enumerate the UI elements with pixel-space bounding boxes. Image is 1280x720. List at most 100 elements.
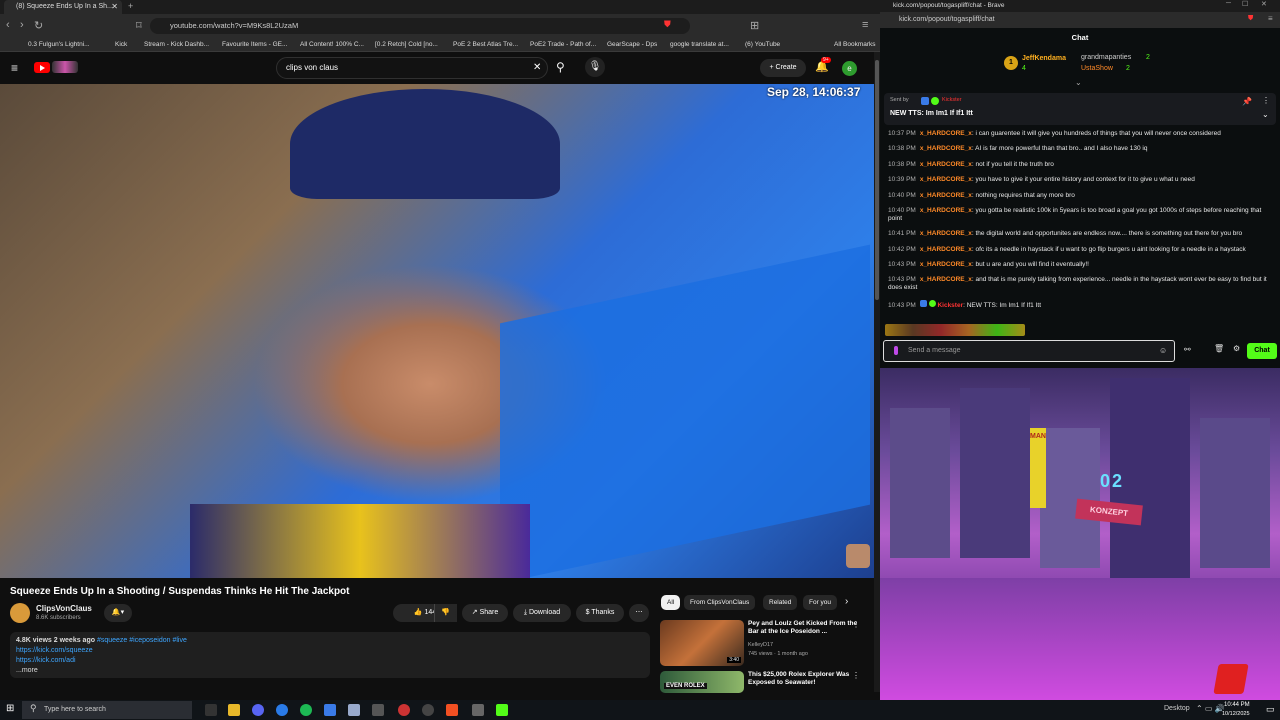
recommendation-menu-icon[interactable]: ⋮ <box>852 620 860 629</box>
spotify-icon[interactable] <box>300 704 312 716</box>
task-view-icon[interactable] <box>205 704 217 716</box>
description-link[interactable]: https://kick.com/squeeze <box>16 646 644 656</box>
maximize-icon[interactable]: ☐ <box>1242 0 1248 8</box>
thanks-button[interactable]: $ Thanks <box>576 604 624 622</box>
subscribe-bell-button[interactable]: 🔔▾ <box>104 604 132 622</box>
recommendation-channel[interactable]: KelleyD17 <box>748 642 773 648</box>
video-player[interactable]: Sep 28, 14:06:37 <box>0 84 874 578</box>
app-icon[interactable] <box>324 704 336 716</box>
voice-search-icon[interactable]: 🎙 <box>585 57 605 77</box>
gifter-name[interactable]: JeffKendama <box>1022 55 1066 62</box>
chat-username[interactable]: x_HARDCORE_x <box>920 261 972 268</box>
chat-username[interactable]: x_HARDCORE_x <box>920 130 972 137</box>
bookmark-item[interactable]: GearScape - Dps <box>607 38 657 52</box>
search-icon[interactable]: ⚲ <box>556 60 565 74</box>
gifter-name[interactable]: grandmapanties <box>1081 54 1131 61</box>
bookmark-item[interactable]: (6) YouTube <box>745 38 780 52</box>
taskbar-search-input[interactable]: Type here to search <box>22 701 192 719</box>
bookmark-item[interactable]: 0.3 Fulgun's Lightni... <box>28 38 90 52</box>
chat-input-mic-icon[interactable] <box>894 346 898 355</box>
brave-shield-icon[interactable]: ⛊ <box>1248 15 1253 23</box>
bookmark-item[interactable]: All Content! 100% C... <box>300 38 364 52</box>
forward-icon[interactable]: › <box>20 19 24 31</box>
brave-shield-icon[interactable]: ⛊ <box>664 19 671 30</box>
download-button[interactable]: ⤓ Download <box>513 604 571 622</box>
discord-icon[interactable] <box>252 704 264 716</box>
menu-icon[interactable]: ≡ <box>862 19 868 31</box>
channel-name[interactable]: ClipsVonClaus <box>36 604 92 613</box>
bookmark-item[interactable]: [0.2 Retch] Cold [no... <box>375 38 438 52</box>
bookmark-item[interactable]: All Bookmarks <box>834 38 876 52</box>
recommendation-title[interactable]: This $25,000 Rolex Explorer Was Exposed … <box>748 671 858 687</box>
bookmark-item[interactable]: Favourite Items - GE... <box>222 38 287 52</box>
kick-icon[interactable] <box>496 704 508 716</box>
menu-icon[interactable]: ≡ <box>1268 14 1273 23</box>
chat-username[interactable]: x_HARDCORE_x <box>920 145 972 152</box>
hamburger-menu-icon[interactable]: ≡ <box>11 61 18 75</box>
obs-icon[interactable] <box>398 704 410 716</box>
clear-search-icon[interactable]: ✕ <box>533 58 541 78</box>
back-icon[interactable]: ‹ <box>6 19 10 31</box>
app-icon[interactable] <box>472 704 484 716</box>
recommendation-item[interactable]: EVEN ROLEX This $25,000 Rolex Explorer W… <box>660 671 870 693</box>
chat-username[interactable]: x_HARDCORE_x <box>920 230 972 237</box>
app-icon[interactable] <box>276 704 288 716</box>
app-icon[interactable] <box>422 704 434 716</box>
description-link[interactable]: https://kick.com/adi <box>16 656 644 666</box>
logo-doodle[interactable] <box>52 61 78 73</box>
address-bar[interactable]: youtube.com/watch?v=M9Ks8L2UzaM <box>150 18 690 34</box>
bookmark-item[interactable]: PoE 2 Best Atlas Tre... <box>453 38 518 52</box>
emoji-picker-icon[interactable]: ☺ <box>1159 346 1167 355</box>
bookmark-item[interactable]: PoE2 Trade - Path of... <box>530 38 596 52</box>
app-icon[interactable] <box>348 704 360 716</box>
chip-related[interactable]: Related <box>763 595 798 610</box>
desktop-label[interactable]: Desktop <box>1164 705 1190 712</box>
avatar[interactable]: e <box>842 61 857 76</box>
bookmark-item[interactable]: Stream - Kick Dashb... <box>144 38 209 52</box>
chat-username[interactable]: x_HARDCORE_x <box>920 192 972 199</box>
close-window-icon[interactable]: ✕ <box>1261 0 1267 8</box>
delete-icon[interactable]: 🗑 <box>1214 344 1224 353</box>
pinned-sender[interactable]: Kickster <box>942 97 962 103</box>
chat-username[interactable]: x_HARDCORE_x <box>920 246 972 253</box>
search-input[interactable]: clips von claus ✕ <box>276 57 548 79</box>
chat-username[interactable]: x_HARDCORE_x <box>920 161 972 168</box>
pin-icon[interactable]: 📌 <box>1242 97 1252 106</box>
system-tray-icons[interactable]: ⌃ ▭ 🔊 <box>1196 704 1225 713</box>
clock-time[interactable]: 10:44 PM <box>1224 702 1250 708</box>
brave-browser-icon[interactable] <box>446 704 458 716</box>
chat-username[interactable]: Kickster <box>937 302 963 309</box>
more-actions-icon[interactable]: ⋯ <box>629 604 649 622</box>
active-tab[interactable]: (8) Squeeze Ends Up In a Sh... ✕ <box>4 0 122 14</box>
recommendation-menu-icon[interactable]: ⋮ <box>852 671 860 680</box>
new-tab-icon[interactable]: + <box>128 1 133 11</box>
chat-settings-gear-icon[interactable]: ⚙ <box>1233 344 1240 353</box>
collapse-pinned-icon[interactable]: ⌄ <box>1262 110 1269 119</box>
create-button[interactable]: + Create <box>760 59 806 77</box>
chat-username[interactable]: x_HARDCORE_x <box>920 176 972 183</box>
scrollbar-thumb[interactable] <box>875 60 879 300</box>
file-explorer-icon[interactable] <box>228 704 240 716</box>
chips-next-icon[interactable]: › <box>845 596 848 607</box>
pinned-menu-icon[interactable]: ⋮ <box>1262 96 1270 105</box>
recommendation-thumbnail[interactable]: EVEN ROLEX <box>660 671 744 693</box>
start-button-icon[interactable]: ⊞ <box>6 703 14 714</box>
video-description[interactable]: 4.8K views 2 weeks ago #squeeze #icepose… <box>10 632 650 678</box>
bookmark-icon[interactable]: ⌑ <box>136 19 142 32</box>
recommendation-item[interactable]: 3:40 Pey and Loulz Get Kicked From the B… <box>660 620 870 668</box>
clock-date[interactable]: 10/12/2025 <box>1222 711 1250 717</box>
notification-center-icon[interactable]: ▭ <box>1266 704 1275 715</box>
share-button[interactable]: ↗ Share <box>462 604 508 622</box>
recommendation-title[interactable]: Pey and Loulz Get Kicked From the Bar at… <box>748 620 858 636</box>
hashtags[interactable]: #squeeze #iceposeidon #live <box>97 637 187 644</box>
minimize-icon[interactable]: ─ <box>1226 0 1231 7</box>
recommendation-thumbnail[interactable]: 3:40 <box>660 620 744 666</box>
show-more-link[interactable]: ...more <box>16 666 644 676</box>
chat-username[interactable]: x_HARDCORE_x <box>920 207 972 214</box>
chat-message-input[interactable]: Send a message <box>883 340 1175 362</box>
reload-icon[interactable]: ↻ <box>34 19 43 32</box>
close-tab-icon[interactable]: ✕ <box>111 0 118 14</box>
address-bar[interactable]: kick.com/popout/togaspliff/chat <box>880 12 1280 28</box>
extensions-icon[interactable]: ⊞ <box>750 19 759 32</box>
pinned-message[interactable]: Sent by Kickster NEW TTS: Im Im1 If If1 … <box>884 93 1276 125</box>
